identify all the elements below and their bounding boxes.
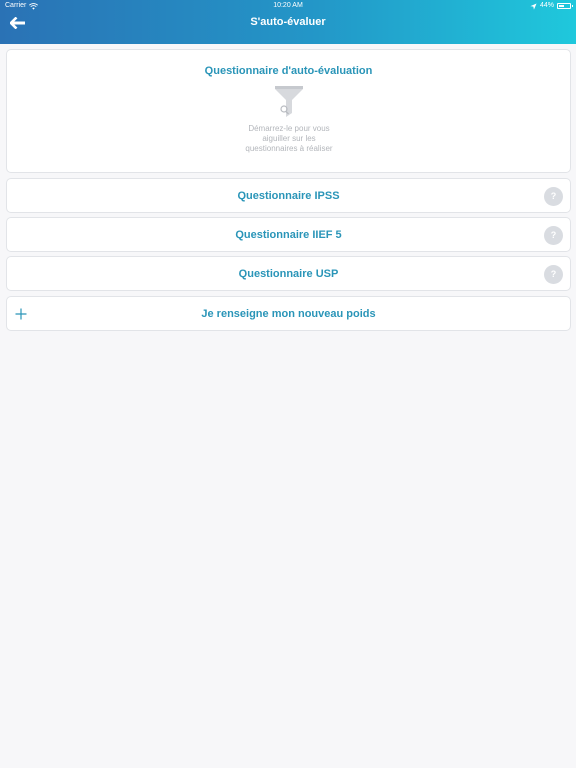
questionnaire-ipss-row[interactable]: Questionnaire IPSS ?: [6, 178, 571, 213]
self-assessment-description: Démarrez-le pour vous aiguiller sur les …: [229, 124, 349, 154]
self-assessment-title: Questionnaire d'auto-évaluation: [204, 65, 373, 77]
description-line-1: Démarrez-le pour vous: [248, 124, 330, 133]
questionnaire-usp-row[interactable]: Questionnaire USP ?: [6, 256, 571, 291]
help-icon[interactable]: ?: [544, 226, 563, 245]
battery-icon: [557, 3, 573, 9]
questionnaire-iief5-label: Questionnaire IIEF 5: [235, 229, 342, 241]
questionnaire-iief5-row[interactable]: Questionnaire IIEF 5 ?: [6, 217, 571, 252]
funnel-icon: [275, 86, 303, 117]
page-title: S'auto-évaluer: [250, 16, 326, 28]
status-right: 44%: [530, 0, 573, 12]
status-time: 10:20 AM: [273, 2, 303, 9]
new-weight-row[interactable]: Je renseigne mon nouveau poids: [6, 296, 571, 331]
description-line-3: questionnaires à réaliser: [245, 144, 333, 153]
new-weight-label: Je renseigne mon nouveau poids: [201, 308, 376, 320]
questionnaire-ipss-label: Questionnaire IPSS: [237, 190, 340, 202]
description-line-2: aiguiller sur les: [262, 134, 316, 143]
battery-percent: 44%: [539, 2, 554, 9]
top-header: Carrier 10:20 AM 44% S'auto-évaluer: [0, 0, 576, 44]
help-icon[interactable]: ?: [544, 187, 563, 206]
help-icon[interactable]: ?: [544, 265, 563, 284]
self-assessment-card[interactable]: Questionnaire d'auto-évaluation Démarrez…: [6, 49, 571, 173]
questionnaire-usp-label: Questionnaire USP: [238, 268, 339, 280]
location-arrow-icon: [530, 2, 537, 10]
status-bar: Carrier 10:20 AM 44%: [0, 0, 576, 12]
